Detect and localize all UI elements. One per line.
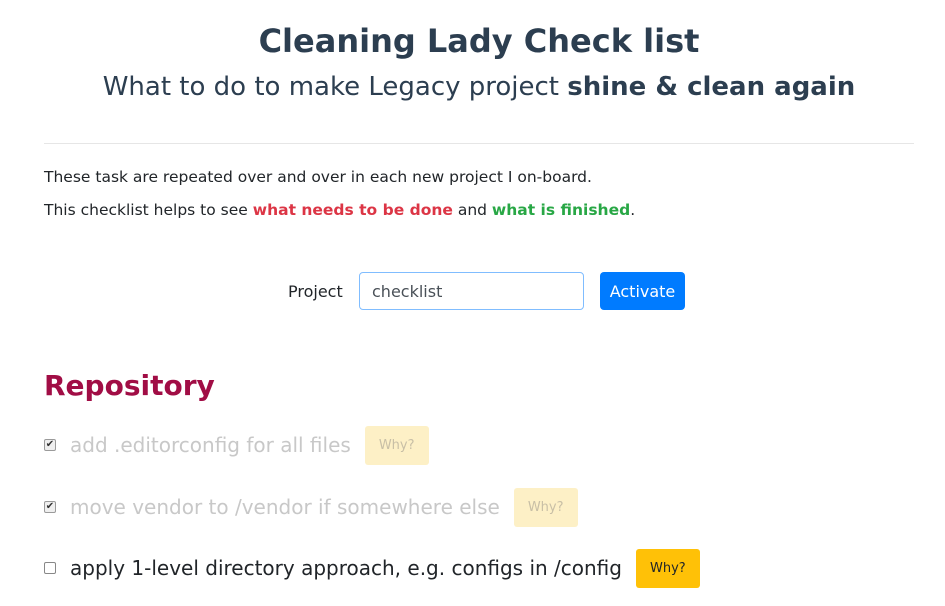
project-input[interactable] xyxy=(359,272,584,310)
why-button[interactable]: Why? xyxy=(364,425,429,465)
header-divider xyxy=(44,143,914,144)
intro-line-2: This checklist helps to see what needs t… xyxy=(44,199,635,221)
checklist-item: ✔ add .editorconfig for all files Why? xyxy=(44,425,429,465)
checklist-item: apply 1-level directory approach, e.g. c… xyxy=(44,548,700,588)
intro-text-mid: and xyxy=(452,201,492,219)
project-label: Project xyxy=(288,282,343,301)
checkbox-checked-icon[interactable]: ✔ xyxy=(44,439,56,451)
checklist-item-label: move vendor to /vendor if somewhere else xyxy=(70,495,500,519)
intro-text-end: . xyxy=(630,201,636,219)
todo-highlight: what needs to be done xyxy=(252,201,453,219)
section-title-repository: Repository xyxy=(44,369,215,402)
subtitle-emphasis: shine & clean again xyxy=(567,72,856,102)
activate-button[interactable]: Activate xyxy=(600,272,685,310)
why-button[interactable]: Why? xyxy=(513,487,578,527)
page-subtitle: What to do to make Legacy project shine … xyxy=(0,68,945,106)
page-title: Cleaning Lady Check list xyxy=(258,22,700,60)
checkbox-unchecked-icon[interactable] xyxy=(44,562,56,574)
subtitle-text: What to do to make Legacy project xyxy=(102,72,568,102)
checklist-item-label: add .editorconfig for all files xyxy=(70,433,351,457)
done-highlight: what is finished xyxy=(491,201,631,219)
intro-line-1: These task are repeated over and over in… xyxy=(44,168,592,186)
checklist-item: ✔ move vendor to /vendor if somewhere el… xyxy=(44,487,578,527)
page: Cleaning Lady Check list What to do to m… xyxy=(0,0,945,606)
checklist-item-label: apply 1-level directory approach, e.g. c… xyxy=(70,556,622,580)
checkbox-checked-icon[interactable]: ✔ xyxy=(44,501,56,513)
why-button[interactable]: Why? xyxy=(635,548,700,588)
intro-text-start: This checklist helps to see xyxy=(44,201,253,219)
